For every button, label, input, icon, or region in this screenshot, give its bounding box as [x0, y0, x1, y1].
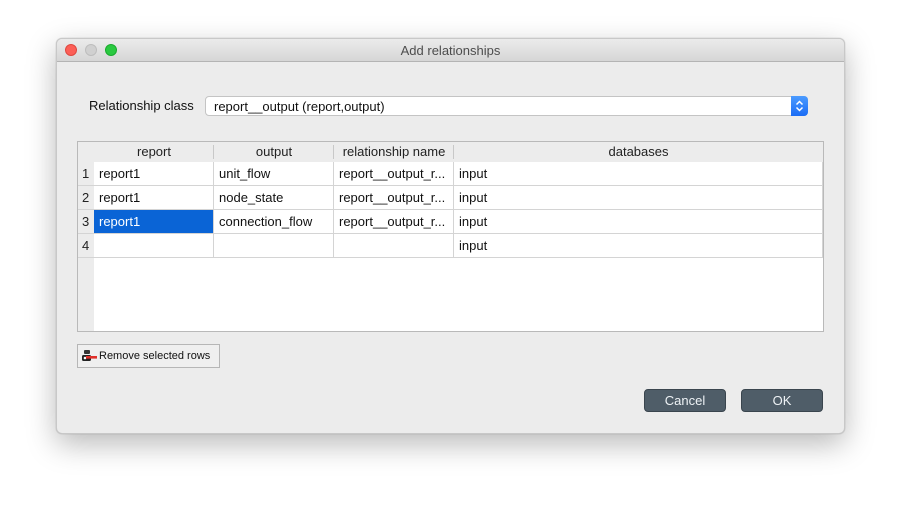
cell-relationship-name[interactable]: [334, 234, 454, 258]
cell-databases[interactable]: input: [454, 234, 823, 258]
remove-selected-rows-button[interactable]: Remove selected rows: [77, 344, 220, 368]
cell-report[interactable]: report1: [94, 186, 214, 210]
cell-output[interactable]: connection_flow: [214, 210, 334, 234]
cell-relationship-name[interactable]: report__output_r...: [334, 186, 454, 210]
add-relationships-dialog: Add relationships Relationship class rep…: [56, 38, 845, 434]
cancel-button[interactable]: Cancel: [644, 389, 726, 412]
cell-report[interactable]: [94, 234, 214, 258]
relationship-class-value: report__output (report,output): [214, 99, 385, 114]
chevron-updown-icon: [795, 100, 804, 112]
remove-rows-icon: [82, 350, 97, 361]
row-number[interactable]: 1: [78, 162, 94, 186]
relationship-class-select[interactable]: report__output (report,output): [205, 96, 808, 116]
row-number[interactable]: 4: [78, 234, 94, 258]
window-title: Add relationships: [400, 43, 501, 58]
relationships-table[interactable]: report output relationship name database…: [77, 141, 824, 332]
column-header-relationship-name[interactable]: relationship name: [334, 142, 454, 162]
cell-databases[interactable]: input: [454, 186, 823, 210]
cell-databases[interactable]: input: [454, 162, 823, 186]
row-number[interactable]: 3: [78, 210, 94, 234]
table-row[interactable]: 2 report1 node_state report__output_r...…: [78, 186, 823, 210]
cell-report[interactable]: report1: [94, 162, 214, 186]
cell-output[interactable]: [214, 234, 334, 258]
dropdown-stepper-button[interactable]: [791, 96, 808, 116]
cell-relationship-name[interactable]: report__output_r...: [334, 210, 454, 234]
table-header: report output relationship name database…: [78, 142, 823, 162]
relationship-class-label: Relationship class: [89, 98, 194, 113]
cell-relationship-name[interactable]: report__output_r...: [334, 162, 454, 186]
title-bar: Add relationships: [57, 39, 844, 62]
table-row[interactable]: 1 report1 unit_flow report__output_r... …: [78, 162, 823, 186]
remove-selected-rows-label: Remove selected rows: [99, 350, 211, 362]
table-row[interactable]: 3 report1 connection_flow report__output…: [78, 210, 823, 234]
cell-output[interactable]: node_state: [214, 186, 334, 210]
cell-report-selected[interactable]: report1: [94, 210, 214, 234]
column-header-databases[interactable]: databases: [454, 142, 823, 162]
ok-button[interactable]: OK: [741, 389, 823, 412]
column-header-output[interactable]: output: [214, 142, 334, 162]
table-row[interactable]: 4 input: [78, 234, 823, 258]
cell-databases[interactable]: input: [454, 210, 823, 234]
row-number[interactable]: 2: [78, 186, 94, 210]
column-header-report[interactable]: report: [94, 142, 214, 162]
cell-output[interactable]: unit_flow: [214, 162, 334, 186]
